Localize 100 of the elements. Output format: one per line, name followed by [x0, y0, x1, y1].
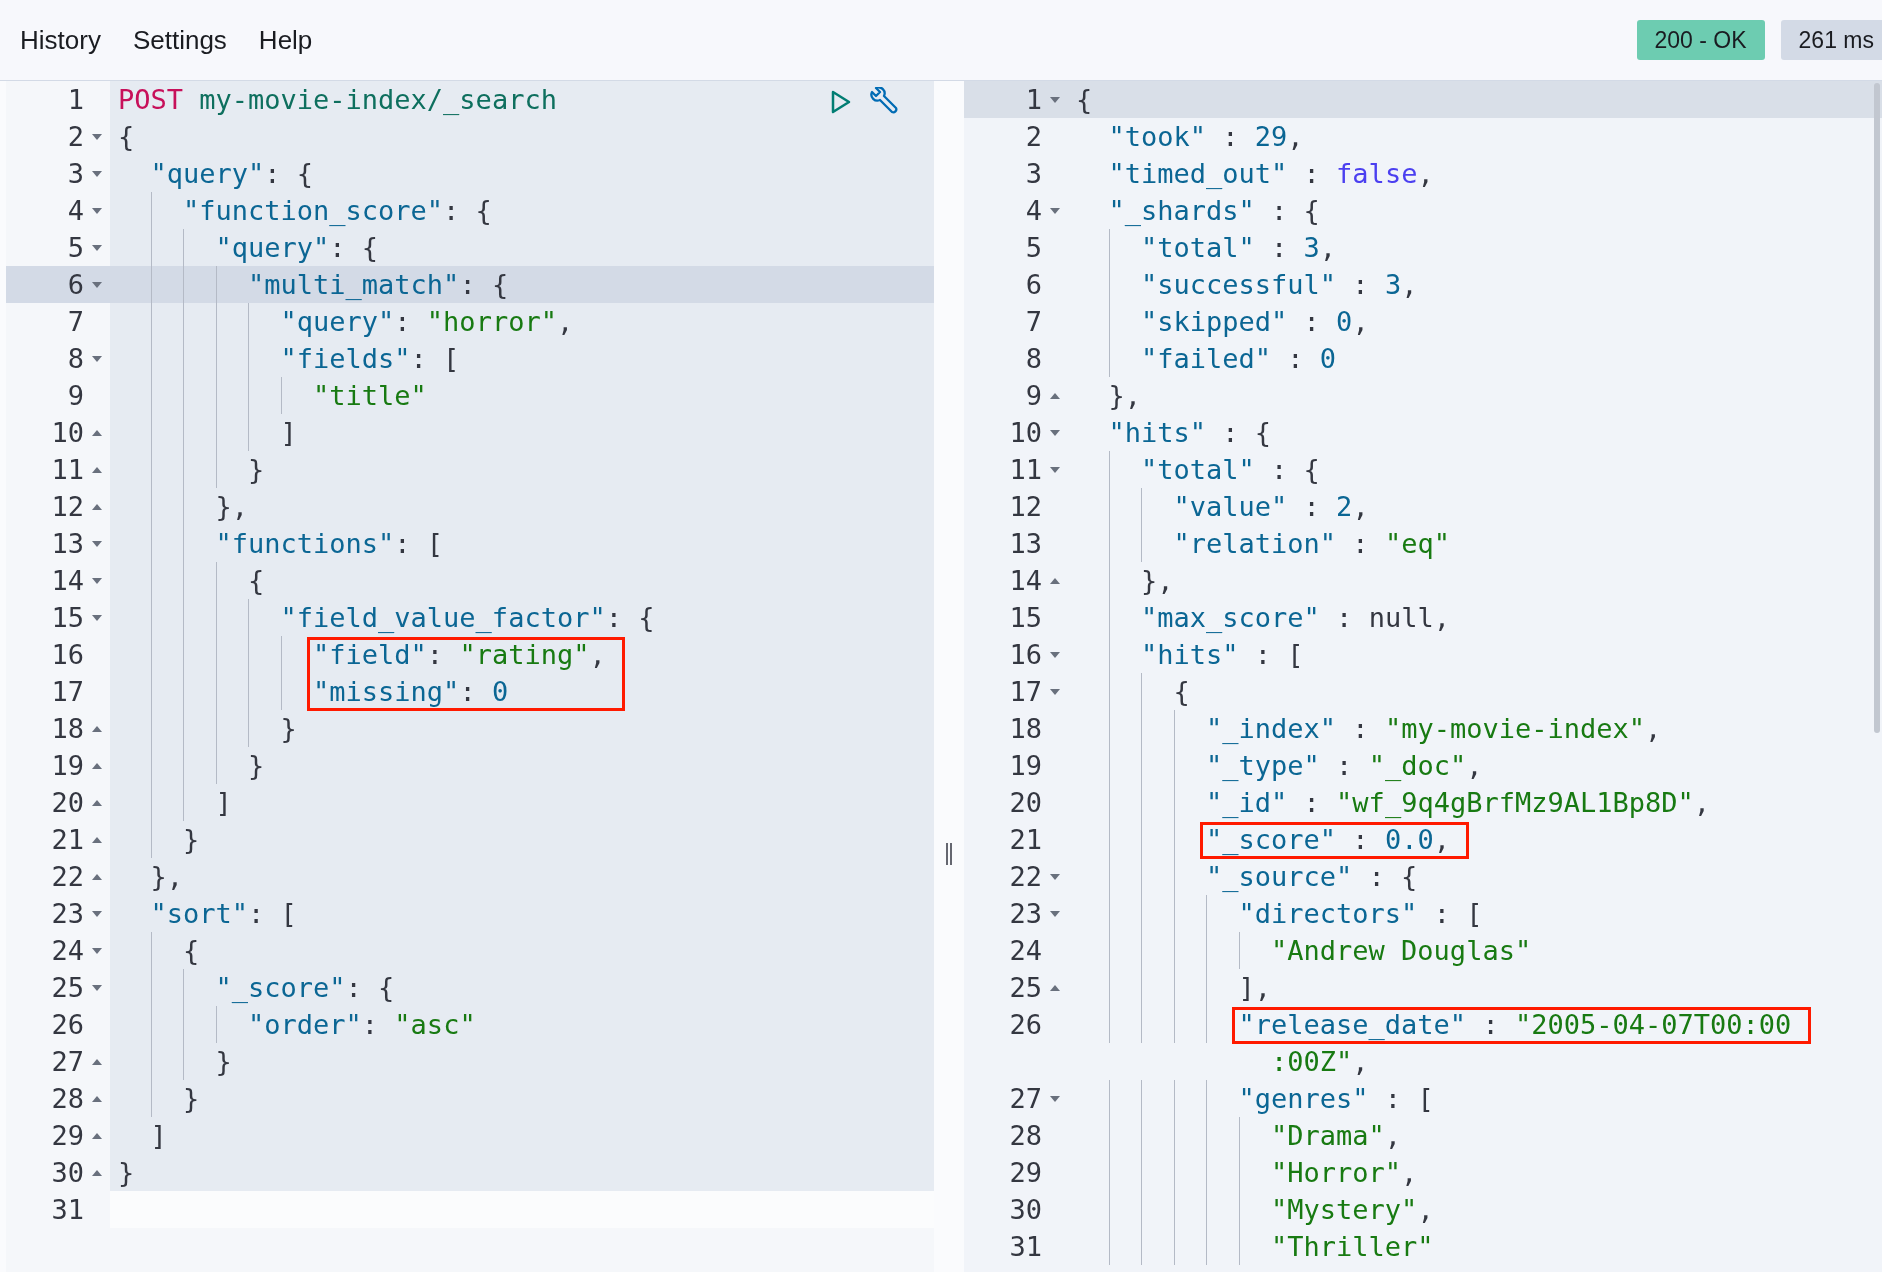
code-line: "_source" : {	[1205, 861, 1418, 892]
fold-icon[interactable]	[92, 133, 102, 140]
unfold-icon[interactable]	[92, 1095, 102, 1102]
code-line: "max_score" : null,	[1140, 602, 1450, 633]
code-line: }	[182, 824, 200, 855]
unfold-icon[interactable]	[1050, 392, 1060, 399]
fold-icon[interactable]	[92, 244, 102, 251]
fold-icon[interactable]	[1050, 651, 1060, 658]
line-number: 4	[1024, 194, 1042, 228]
fold-icon[interactable]	[1050, 688, 1060, 695]
line-number: 31	[1008, 1230, 1042, 1264]
line-number: 24	[50, 934, 84, 968]
line-number: 16	[50, 638, 84, 672]
resize-handle[interactable]	[945, 843, 953, 865]
code-line: "Thriller"	[1270, 1231, 1434, 1262]
fold-icon[interactable]	[1050, 466, 1060, 473]
code-line: "_index" : "my-movie-index",	[1205, 713, 1662, 744]
line-number: 14	[1008, 564, 1042, 598]
code-line: "order": "asc"	[247, 1009, 476, 1040]
code-line: "successful" : 3,	[1140, 269, 1418, 300]
menu-item[interactable]: Settings	[132, 20, 227, 60]
line-number: 11	[50, 453, 84, 487]
code-line: "multi_match": {	[247, 269, 509, 300]
play-icon[interactable]	[830, 90, 852, 114]
line-number: 15	[1008, 601, 1042, 635]
unfold-icon[interactable]	[1050, 984, 1060, 991]
fold-icon[interactable]	[92, 614, 102, 621]
line-number: 8	[1024, 342, 1042, 376]
code-line: }	[247, 454, 265, 485]
unfold-icon[interactable]	[92, 429, 102, 436]
unfold-icon[interactable]	[92, 1058, 102, 1065]
code-line: ]	[214, 787, 232, 818]
code-line: "query": "horror",	[279, 306, 574, 337]
fold-icon[interactable]	[92, 984, 102, 991]
line-number: 24	[1008, 934, 1042, 968]
line-number: 26	[50, 1008, 84, 1042]
fold-icon[interactable]	[92, 207, 102, 214]
code-line: "release_date" : "2005-04-07T00:00	[1237, 1009, 1792, 1040]
fold-icon[interactable]	[1050, 429, 1060, 436]
fold-icon[interactable]	[1050, 873, 1060, 880]
code-line: {	[1076, 84, 1093, 115]
unfold-icon[interactable]	[92, 1132, 102, 1139]
line-number: 22	[50, 860, 84, 894]
line-number: 17	[1008, 675, 1042, 709]
code-line: "query": {	[214, 232, 379, 263]
code-line: }	[247, 750, 265, 781]
unfold-icon[interactable]	[92, 873, 102, 880]
line-number: 12	[1008, 490, 1042, 524]
line-number: 18	[50, 712, 84, 746]
line-number: 2	[1024, 120, 1042, 154]
line-number: 29	[50, 1119, 84, 1153]
code-line: "took" : 29,	[1107, 121, 1304, 152]
code-line: "failed" : 0	[1140, 343, 1337, 374]
menu-item[interactable]: History	[20, 20, 101, 60]
unfold-icon[interactable]	[92, 1169, 102, 1176]
scrollbar[interactable]	[1874, 83, 1880, 733]
line-number: 6	[66, 268, 84, 302]
line-number: 19	[50, 749, 84, 783]
code-line: "Andrew Douglas"	[1270, 935, 1532, 966]
code-line: },	[1107, 380, 1142, 411]
line-number: 5	[1024, 231, 1042, 265]
unfold-icon[interactable]	[92, 836, 102, 843]
code-line: "total" : 3,	[1140, 232, 1337, 263]
fold-icon[interactable]	[1050, 910, 1060, 917]
fold-icon[interactable]	[1050, 1095, 1060, 1102]
line-number: 18	[1008, 712, 1042, 746]
code-line: }	[279, 713, 297, 744]
line-number: 7	[1024, 305, 1042, 339]
code-line: "Mystery",	[1270, 1194, 1434, 1225]
fold-icon[interactable]	[92, 910, 102, 917]
line-number: 17	[50, 675, 84, 709]
unfold-icon[interactable]	[1050, 577, 1060, 584]
line-number: 7	[66, 305, 84, 339]
code-line: "sort": [	[149, 898, 297, 929]
code-line: "relation" : "eq"	[1172, 528, 1450, 559]
fold-icon[interactable]	[1050, 96, 1060, 103]
fold-icon[interactable]	[92, 281, 102, 288]
line-number: 10	[1008, 416, 1042, 450]
fold-icon[interactable]	[1050, 207, 1060, 214]
code-line: :00Z",	[1270, 1046, 1369, 1077]
line-number: 25	[1008, 971, 1042, 1005]
fold-icon[interactable]	[92, 540, 102, 547]
unfold-icon[interactable]	[92, 466, 102, 473]
unfold-icon[interactable]	[92, 799, 102, 806]
line-number: 28	[50, 1082, 84, 1116]
unfold-icon[interactable]	[92, 762, 102, 769]
line-number: 23	[1008, 897, 1042, 931]
fold-icon[interactable]	[92, 947, 102, 954]
line-number: 31	[50, 1193, 84, 1227]
menu-item[interactable]: Help	[258, 20, 313, 60]
line-number: 23	[50, 897, 84, 931]
fold-icon[interactable]	[92, 577, 102, 584]
line-number: 29	[1008, 1156, 1042, 1190]
fold-icon[interactable]	[92, 355, 102, 362]
code-line: {	[118, 121, 135, 152]
code-line: }	[182, 1083, 200, 1114]
fold-icon[interactable]	[92, 170, 102, 177]
code-line: "function_score": {	[182, 195, 492, 226]
unfold-icon[interactable]	[92, 503, 102, 510]
unfold-icon[interactable]	[92, 725, 102, 732]
